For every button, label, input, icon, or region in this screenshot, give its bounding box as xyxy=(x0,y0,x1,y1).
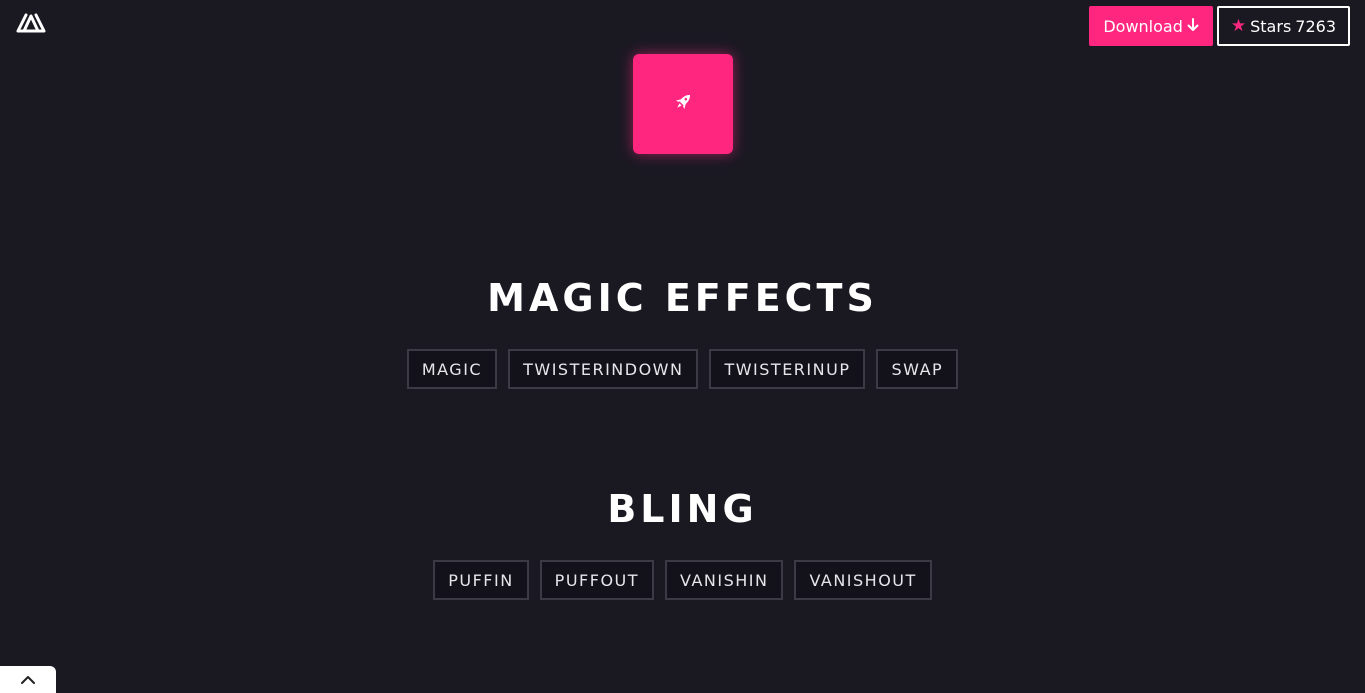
effect-button-vanishin[interactable]: VANISHIN xyxy=(665,560,784,600)
scroll-top-button[interactable] xyxy=(0,666,56,693)
section-title-magic-effects: MAGIC EFFECTS xyxy=(487,276,878,320)
top-actions: Download ★ Stars 7263 xyxy=(1089,6,1350,46)
stars-button[interactable]: ★ Stars 7263 xyxy=(1216,6,1350,46)
effect-button-swap[interactable]: SWAP xyxy=(876,349,959,389)
rocket-icon xyxy=(671,90,695,118)
effect-button-vanishout[interactable]: VANISHOUT xyxy=(794,560,932,600)
effect-button-twisterindown[interactable]: TWISTERINDOWN xyxy=(508,349,699,389)
arrow-down-icon xyxy=(1187,17,1199,36)
stars-count: 7263 xyxy=(1295,16,1336,36)
effect-button-puffin[interactable]: PUFFIN xyxy=(433,560,529,600)
rocket-demo-box xyxy=(633,54,733,154)
download-button[interactable]: Download xyxy=(1089,6,1213,46)
logo-icon[interactable] xyxy=(15,10,47,34)
magic-effects-button-row: MAGIC TWISTERINDOWN TWISTERINUP SWAP xyxy=(0,349,1365,389)
section-title-bling: BLING xyxy=(607,487,758,531)
download-label: Download xyxy=(1103,16,1183,36)
stars-label: Stars xyxy=(1250,16,1292,36)
bling-button-row: PUFFIN PUFFOUT VANISHIN VANISHOUT xyxy=(0,560,1365,600)
effect-button-puffout[interactable]: PUFFOUT xyxy=(539,560,655,600)
effect-button-twisterinup[interactable]: TWISTERINUP xyxy=(709,349,866,389)
star-icon: ★ xyxy=(1230,16,1247,36)
chevron-up-icon xyxy=(20,670,36,689)
effect-button-magic[interactable]: MAGIC xyxy=(406,349,498,389)
